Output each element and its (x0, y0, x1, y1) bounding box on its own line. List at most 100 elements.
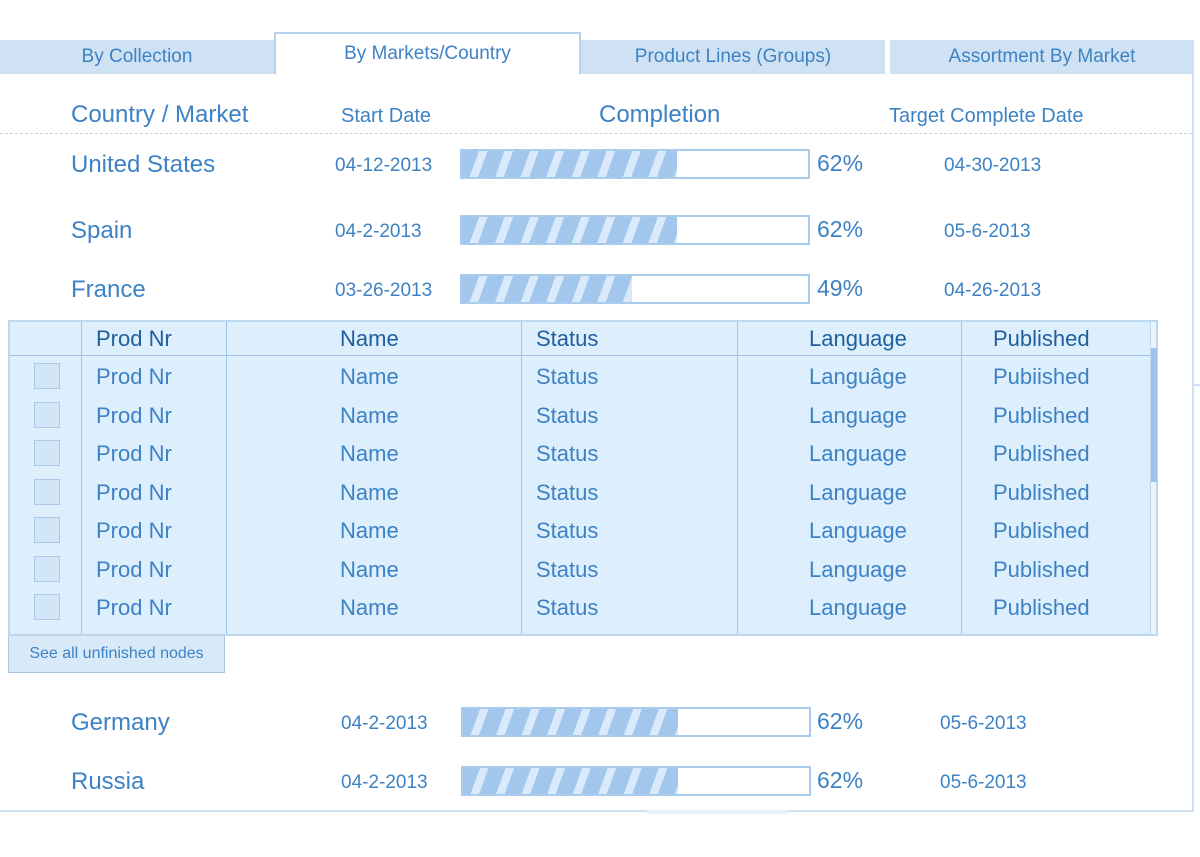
row-checkbox[interactable] (34, 556, 60, 582)
tab-bar: By Collection By Markets/Country Product… (0, 32, 1200, 74)
cell-status: Status (536, 595, 599, 620)
row-checkbox[interactable] (34, 402, 60, 428)
completion-fill (462, 276, 632, 302)
cell-prod-nr: Prod Nr (96, 595, 172, 620)
cell-language: Language (809, 518, 907, 543)
market-start-date: 04-2-2013 (335, 221, 422, 242)
cell-language: Language (809, 480, 907, 505)
row-checkbox[interactable] (34, 517, 60, 543)
market-target-date: 04-30-2013 (944, 155, 1042, 176)
cell-status: Status (536, 364, 599, 389)
cell-published: Published (993, 557, 1090, 582)
market-row-germany[interactable]: Germany 04-2-2013 62% 05-6-2013 (0, 702, 1192, 742)
market-name: Germany (71, 709, 170, 736)
row-checkbox[interactable] (34, 363, 60, 389)
table-row[interactable]: Prod Nr Name Status Languâge Pubiished (10, 358, 1154, 396)
market-start-date: 03-26-2013 (335, 280, 433, 301)
header-country-market: Country / Market (71, 101, 249, 128)
table-row[interactable]: Prod Nr Name Status Language Published (10, 435, 1154, 473)
completion-progress-bar (461, 766, 811, 796)
cell-prod-nr: Prod Nr (96, 364, 172, 389)
tab-by-markets-country[interactable]: By Markets/Country (274, 32, 581, 74)
market-name: United States (71, 151, 216, 178)
header-completion: Completion (599, 101, 721, 128)
cell-name: Name (340, 518, 399, 543)
row-checkbox[interactable] (34, 479, 60, 505)
panel-divider-tick (1194, 384, 1200, 386)
cell-prod-nr: Prod Nr (96, 441, 172, 466)
row-checkbox[interactable] (34, 594, 60, 620)
cell-name: Name (340, 364, 399, 389)
cell-prod-nr: Prod Nr (96, 557, 172, 582)
completion-fill (462, 151, 677, 177)
cell-language: Language (809, 557, 907, 582)
cell-status: Status (536, 480, 599, 505)
table-row[interactable]: Prod Nr Name Status Language Published (10, 474, 1154, 512)
cell-published: Pubiished (993, 364, 1090, 389)
see-all-unfinished-nodes-button[interactable]: See all unfinished nodes (8, 636, 225, 673)
tab-assortment-by-market[interactable]: Assortment By Market (890, 40, 1194, 74)
completion-percent: 62% (817, 708, 864, 734)
cell-language: Language (809, 441, 907, 466)
row-checkbox[interactable] (34, 440, 60, 466)
cell-prod-nr: Prod Nr (96, 403, 172, 428)
table-header-divider (10, 355, 1150, 356)
cell-name: Name (340, 441, 399, 466)
market-start-date: 04-2-2013 (341, 772, 428, 793)
header-divider (0, 133, 1192, 134)
header-start-date: Start Date (341, 105, 432, 127)
cell-prod-nr: Prod Nr (96, 518, 172, 543)
cell-name: Name (340, 403, 399, 428)
table-row[interactable]: Prod Nr Name Status Language Published (10, 551, 1154, 589)
cell-published: Published (993, 480, 1090, 505)
cell-published: Published (993, 403, 1090, 428)
panel-bottom-notch (647, 810, 789, 814)
cell-status: Status (536, 441, 599, 466)
completion-fill (463, 709, 678, 735)
column-header-prod-nr[interactable]: Prod Nr (96, 326, 172, 352)
table-row[interactable]: Prod Nr Name Status Language Published (10, 589, 1154, 627)
market-target-date: 05-6-2013 (944, 221, 1031, 242)
cell-language: Languâge (809, 364, 907, 389)
market-start-date: 04-12-2013 (335, 155, 433, 176)
column-header-name[interactable]: Name (340, 326, 399, 352)
cell-published: Published (993, 441, 1090, 466)
cell-prod-nr: Prod Nr (96, 480, 172, 505)
cell-published: Published (993, 518, 1090, 543)
market-row-spain[interactable]: Spain 04-2-2013 62% 05-6-2013 (0, 210, 1192, 250)
market-target-date: 05-6-2013 (940, 713, 1027, 734)
column-header-status[interactable]: Status (536, 326, 598, 352)
table-row[interactable]: Prod Nr Name Status Language Published (10, 512, 1154, 550)
market-name: Russia (71, 768, 145, 795)
completion-progress-bar (461, 707, 811, 737)
completion-fill (462, 217, 677, 243)
market-row-united-states[interactable]: United States 04-12-2013 62% 04-30-2013 (0, 144, 1192, 184)
header-target-complete-date: Target Complete Date (889, 105, 1084, 127)
table-row[interactable]: Prod Nr Name Status Language Published (10, 397, 1154, 435)
tab-by-collection[interactable]: By Collection (0, 40, 274, 74)
market-name: Spain (71, 217, 133, 244)
completion-progress-bar (460, 149, 810, 179)
cell-name: Name (340, 480, 399, 505)
completion-progress-bar (460, 215, 810, 245)
completion-fill (463, 768, 678, 794)
tab-product-lines[interactable]: Product Lines (Groups) (581, 40, 885, 74)
cell-status: Status (536, 518, 599, 543)
market-row-russia[interactable]: Russia 04-2-2013 62% 05-6-2013 (0, 761, 1192, 801)
table-scrollbar[interactable] (1150, 322, 1157, 634)
market-name: France (71, 276, 146, 303)
market-target-date: 04-26-2013 (944, 280, 1042, 301)
market-row-france[interactable]: France 03-26-2013 49% 04-26-2013 (0, 269, 1192, 309)
product-table: Prod Nr Name Status Language Published P… (8, 320, 1158, 636)
column-header-published[interactable]: Published (993, 326, 1090, 352)
completion-progress-bar (460, 274, 810, 304)
market-start-date: 04-2-2013 (341, 713, 428, 734)
cell-language: Language (809, 403, 907, 428)
completion-percent: 62% (817, 767, 864, 793)
column-header-language[interactable]: Language (809, 326, 907, 352)
market-target-date: 05-6-2013 (940, 772, 1027, 793)
cell-name: Name (340, 595, 399, 620)
completion-percent: 62% (817, 150, 864, 176)
table-scrollbar-thumb[interactable] (1151, 348, 1157, 482)
cell-status: Status (536, 557, 599, 582)
